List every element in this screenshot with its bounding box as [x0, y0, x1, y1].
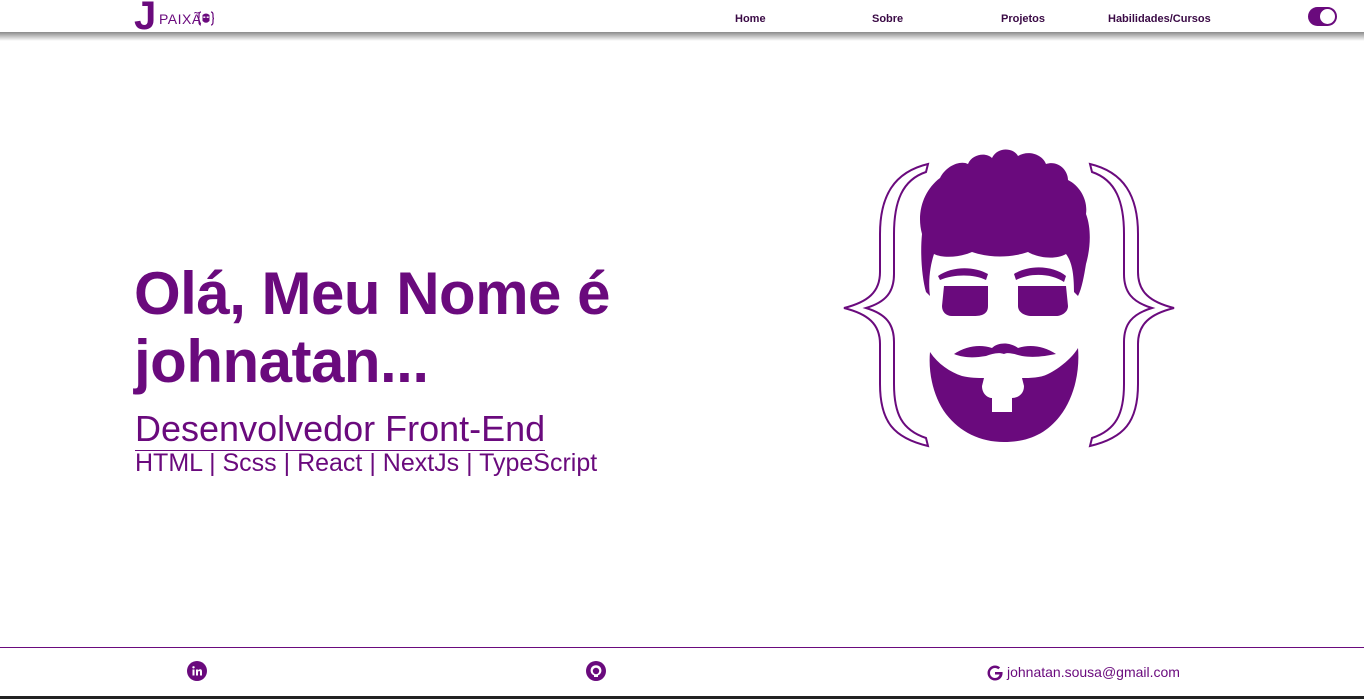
- hero-subtitle: Desenvolvedor Front-End: [135, 408, 546, 451]
- nav-sobre[interactable]: Sobre: [872, 13, 903, 26]
- header-shadow: [0, 32, 1364, 41]
- nav-projetos[interactable]: Projetos: [1001, 13, 1045, 26]
- bearded-face-braces-icon: [843, 149, 1175, 448]
- nav-home[interactable]: Home: [735, 13, 766, 26]
- moon-toggle-icon: [1320, 9, 1335, 24]
- site-header: J PAIXÃ Home Sobre Projetos Habilidades/…: [0, 0, 1364, 38]
- theme-toggle[interactable]: [1308, 7, 1337, 26]
- github-icon[interactable]: [586, 661, 606, 681]
- google-icon: [987, 665, 1003, 681]
- logo-text: PAIXÃ: [159, 11, 202, 27]
- linkedin-icon[interactable]: [187, 661, 207, 681]
- hero-title: Olá, Meu Nome é johnatan...: [134, 260, 610, 395]
- nav-habilidades-cursos[interactable]: Habilidades/Cursos: [1108, 13, 1211, 26]
- tech-stack: HTML | Scss | React | NextJs | TypeScrip…: [135, 449, 598, 477]
- email-link[interactable]: johnatan.sousa@gmail.com: [1007, 664, 1180, 680]
- logo-face-icon: [198, 11, 214, 26]
